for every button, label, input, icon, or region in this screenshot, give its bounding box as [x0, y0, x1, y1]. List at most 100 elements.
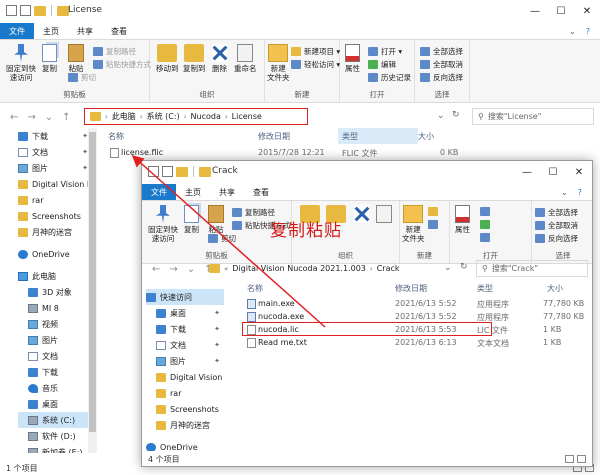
invert-selection-button[interactable]: 反向选择: [420, 72, 463, 83]
properties-button[interactable]: 属性: [345, 44, 360, 73]
column-type[interactable]: 类型: [477, 283, 493, 294]
column-type[interactable]: 类型: [338, 128, 418, 144]
open-button[interactable]: [480, 207, 490, 216]
new-folder-button[interactable]: 新建 文件夹: [402, 205, 425, 243]
forward-arrow-icon[interactable]: →: [27, 112, 35, 123]
easy-access-button[interactable]: 轻松访问 ▾: [291, 59, 340, 70]
sidebar-item[interactable]: 软件 (D:): [18, 428, 92, 444]
recent-chevron-icon[interactable]: ⌄: [187, 264, 195, 275]
breadcrumb-crack[interactable]: Crack: [377, 264, 400, 273]
sidebar-item[interactable]: 下载 ✦: [146, 321, 224, 337]
overflow-crumb[interactable]: «: [224, 265, 228, 273]
new-folder-quick-icon[interactable]: [176, 166, 188, 177]
tab-view[interactable]: 查看: [102, 23, 136, 39]
collapse-ribbon-icon[interactable]: ⌄: [569, 27, 576, 36]
rename-button[interactable]: [376, 205, 392, 225]
copy-button[interactable]: 复制: [42, 44, 57, 73]
properties-quick-icon[interactable]: [148, 166, 159, 177]
select-none-button[interactable]: 全部取消: [420, 59, 463, 70]
column-date[interactable]: 修改日期: [258, 131, 290, 142]
address-bar[interactable]: › 此电脑 › 系统 (C:) › Nucoda › License: [84, 108, 308, 125]
refresh-icon[interactable]: ↻: [460, 262, 468, 272]
cut-button[interactable]: 剪切: [208, 233, 236, 244]
sidebar-item[interactable]: 图片 ✦: [146, 353, 224, 369]
close-button[interactable]: ✕: [574, 0, 600, 22]
collapse-ribbon-icon[interactable]: ⌄: [561, 188, 568, 197]
new-item-button[interactable]: [428, 207, 438, 216]
sidebar-item[interactable]: 图片: [18, 332, 92, 348]
move-to-button[interactable]: 移动到: [156, 44, 179, 73]
select-none-button[interactable]: 全部取消: [535, 220, 578, 231]
sidebar-item[interactable]: 新加卷 (E:): [18, 444, 92, 453]
copy-button[interactable]: 复制: [184, 205, 199, 234]
tab-file[interactable]: 文件: [142, 184, 176, 200]
paste-button[interactable]: 粘贴: [68, 44, 84, 73]
copy-to-button[interactable]: 复制到: [183, 44, 206, 73]
back-arrow-icon[interactable]: ←: [152, 264, 160, 275]
sidebar-item[interactable]: rar: [18, 192, 92, 208]
pin-quick-access-button[interactable]: 固定到快 速访问: [148, 205, 178, 243]
breadcrumb-drive-c[interactable]: 系统 (C:): [147, 111, 180, 122]
properties-button[interactable]: 属性: [455, 205, 470, 234]
sidebar-item[interactable]: 此电脑: [18, 268, 92, 284]
address-dropdown-icon[interactable]: ⌄: [437, 111, 445, 121]
close-button[interactable]: ✕: [566, 161, 592, 183]
file-row[interactable]: main.exe 2021/6/13 5:52 应用程序 77,780 KB: [237, 298, 592, 311]
tab-file[interactable]: 文件: [0, 23, 34, 39]
recent-chevron-icon[interactable]: ⌄: [45, 112, 53, 123]
select-all-button[interactable]: 全部选择: [535, 207, 578, 218]
file-row[interactable]: license.flic 2015/7/28 12:21 FLIC 文件 0 K…: [100, 147, 600, 160]
column-date[interactable]: 修改日期: [395, 283, 427, 294]
sidebar-item[interactable]: 下载 ✦: [18, 128, 92, 144]
breadcrumb-license[interactable]: License: [232, 112, 262, 121]
sidebar-item[interactable]: 视频: [18, 316, 92, 332]
new-folder-quick-icon[interactable]: [34, 5, 46, 16]
new-item-button[interactable]: 新建项目 ▾: [291, 46, 340, 57]
delete-button[interactable]: [354, 205, 369, 225]
maximize-button[interactable]: ☐: [548, 0, 574, 22]
maximize-button[interactable]: ☐: [540, 161, 566, 183]
checkbox-quick-icon[interactable]: [162, 166, 173, 177]
sidebar-item[interactable]: 系统 (C:): [18, 412, 92, 428]
minimize-button[interactable]: —: [514, 161, 540, 183]
sidebar-item[interactable]: 文档: [18, 348, 92, 364]
sidebar-item[interactable]: Digital Vision N: [18, 176, 92, 192]
pin-quick-access-button[interactable]: 固定到快 速访问: [6, 44, 36, 82]
sidebar-item[interactable]: 图片 ✦: [18, 160, 92, 176]
rename-button[interactable]: 重命名: [234, 44, 257, 73]
sidebar-item[interactable]: 文档 ✦: [146, 337, 224, 353]
select-all-button[interactable]: 全部选择: [420, 46, 463, 57]
copy-path-button[interactable]: 复制路径: [232, 207, 275, 218]
minimize-button[interactable]: —: [522, 0, 548, 22]
sidebar-item[interactable]: OneDrive: [146, 439, 224, 451]
tab-view[interactable]: 查看: [244, 184, 278, 200]
column-name[interactable]: 名称: [247, 283, 263, 294]
scrollbar-thumb[interactable]: [89, 132, 96, 432]
delete-button[interactable]: 删除: [212, 44, 227, 73]
column-size[interactable]: 大小: [418, 131, 434, 142]
easy-access-button[interactable]: [428, 220, 438, 229]
address-dropdown-icon[interactable]: ⌄: [444, 263, 452, 273]
edit-button[interactable]: 编辑: [368, 59, 396, 70]
search-box[interactable]: ⚲ 搜索"Crack": [476, 260, 588, 277]
sidebar-item[interactable]: 音乐: [18, 380, 92, 396]
history-button[interactable]: 历史记录: [368, 72, 411, 83]
invert-selection-button[interactable]: 反向选择: [535, 233, 578, 244]
history-button[interactable]: [480, 233, 490, 242]
edit-button[interactable]: [480, 220, 490, 229]
sidebar-item[interactable]: 下载: [18, 364, 92, 380]
sidebar-item[interactable]: OneDrive: [18, 246, 92, 262]
help-icon[interactable]: ?: [578, 188, 582, 197]
sidebar-item[interactable]: 桌面: [18, 396, 92, 412]
column-size[interactable]: 大小: [547, 283, 563, 294]
checkbox-quick-icon[interactable]: [20, 5, 31, 16]
properties-quick-icon[interactable]: [6, 5, 17, 16]
tab-home[interactable]: 主页: [176, 184, 210, 200]
sidebar-item[interactable]: Digital Vision N: [146, 369, 224, 385]
breadcrumb-digital-vision[interactable]: Digital Vision Nucoda 2021.1.003: [232, 264, 366, 273]
help-icon[interactable]: ?: [586, 27, 590, 36]
tab-share[interactable]: 共享: [210, 184, 244, 200]
address-bar[interactable]: « Digital Vision Nucoda 2021.1.003 › Cra…: [204, 260, 458, 277]
file-row[interactable]: Read me.txt 2021/6/13 6:13 文本文档 1 KB: [237, 337, 592, 350]
back-arrow-icon[interactable]: ←: [10, 112, 18, 123]
